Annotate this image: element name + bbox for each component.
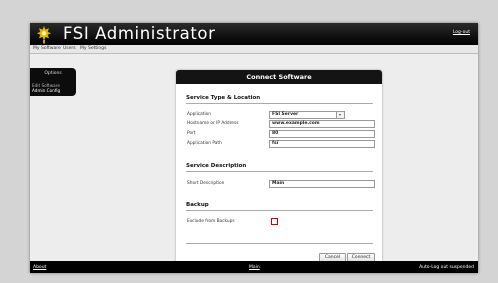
section-title-service: Service Type & Location xyxy=(186,95,261,101)
footer-bar: About Main Auto-Log out suspended xyxy=(30,261,478,273)
chevron-down-icon[interactable] xyxy=(336,112,344,118)
application-select[interactable]: FSI Server xyxy=(269,111,345,119)
options-title: Options xyxy=(44,71,62,76)
card-title: Connect Software xyxy=(176,70,382,84)
application-path-label: Application Path xyxy=(187,141,222,146)
port-input[interactable]: 80 xyxy=(269,130,375,138)
auto-logout-status: Auto-Log out suspended xyxy=(419,265,474,270)
section-title-description: Service Description xyxy=(186,163,247,169)
section-divider xyxy=(186,171,373,172)
application-value: FSI Server xyxy=(272,112,299,117)
application-path-input[interactable]: fsi xyxy=(269,140,375,148)
section-divider xyxy=(186,243,373,244)
menu-users[interactable]: Users xyxy=(63,46,76,51)
exclude-backups-checkbox[interactable] xyxy=(271,218,278,225)
options-panel: Options Edit Software Admin Config xyxy=(30,68,76,96)
application-label: Application xyxy=(187,112,212,117)
hostname-label: Hostname or IP Address xyxy=(187,121,239,126)
short-description-label: Short Description xyxy=(187,181,225,186)
main-link[interactable]: Main xyxy=(249,265,260,270)
menu-my-software[interactable]: My Software xyxy=(33,46,61,51)
app-title: FSI Administrator xyxy=(63,24,216,43)
section-divider xyxy=(186,210,373,211)
connect-software-card: Connect Software Service Type & Location… xyxy=(176,70,382,267)
exclude-backups-label: Exclude from Backups xyxy=(187,219,235,224)
menu-bar: My Software Users My Settings xyxy=(30,45,478,54)
app-window: FSI Administrator Log-out My Software Us… xyxy=(30,23,478,273)
logout-link[interactable]: Log-out xyxy=(453,30,470,35)
section-divider xyxy=(186,103,373,104)
about-link[interactable]: About xyxy=(33,265,46,270)
port-label: Port xyxy=(187,131,196,136)
hostname-input[interactable]: www.example.com xyxy=(269,120,375,128)
star-gear-icon xyxy=(37,26,51,44)
options-item-admin-config[interactable]: Admin Config xyxy=(32,88,60,93)
section-title-backup: Backup xyxy=(186,202,209,208)
title-bar: FSI Administrator Log-out xyxy=(30,23,478,45)
menu-my-settings[interactable]: My Settings xyxy=(80,46,106,51)
short-description-input[interactable]: Main xyxy=(269,180,375,188)
